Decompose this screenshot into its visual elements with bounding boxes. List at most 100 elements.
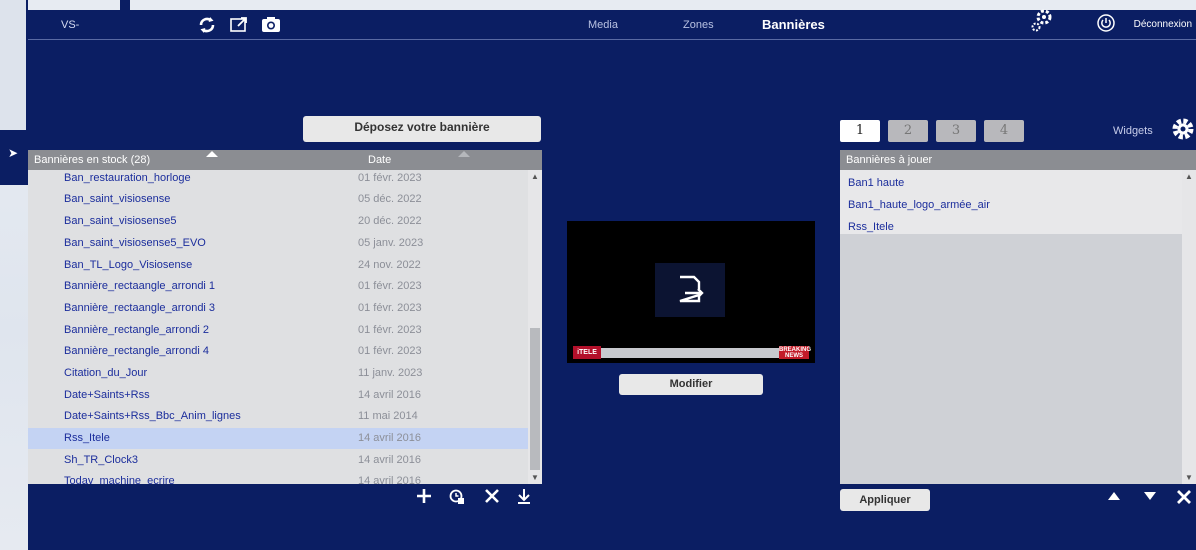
download-icon[interactable] bbox=[516, 488, 532, 509]
tab-2[interactable]: 2 bbox=[888, 120, 928, 142]
banner-preview: iTELE BREAKING NEWS bbox=[567, 221, 815, 363]
row-name: Ban_restauration_horloge bbox=[64, 172, 191, 184]
row-name: Ban_saint_visiosense5 bbox=[64, 215, 177, 227]
apply-button[interactable]: Appliquer bbox=[840, 489, 930, 511]
top-bar: VS- Media Zones Bannières Déconnexion bbox=[28, 8, 1196, 40]
plus-icon[interactable] bbox=[416, 488, 432, 509]
channel-tag: iTELE bbox=[573, 346, 601, 359]
scroll-down-icon[interactable]: ▼ bbox=[1185, 473, 1193, 482]
row-date: 01 févr. 2023 bbox=[358, 324, 422, 336]
table-row[interactable]: Citation_du_Jour 11 janv. 2023 bbox=[28, 363, 528, 384]
row-date: 14 avril 2016 bbox=[358, 389, 421, 401]
table-row[interactable]: Date+Saints+Rss_Bbc_Anim_lignes 11 mai 20… bbox=[28, 406, 528, 427]
modify-button[interactable]: Modifier bbox=[619, 374, 763, 395]
drop-banner-button[interactable]: Déposez votre bannière bbox=[303, 116, 541, 142]
stock-panel: Bannières en stock (28) Date Ban_restaur… bbox=[28, 150, 542, 484]
close-icon[interactable] bbox=[484, 488, 500, 509]
remove-icon[interactable] bbox=[1176, 489, 1192, 510]
row-name: Ban_saint_visiosense5_EVO bbox=[64, 237, 206, 249]
row-name: Ban_saint_visiosense bbox=[64, 193, 171, 205]
table-row[interactable]: Ban_saint_visiosense 05 déc. 2022 bbox=[28, 189, 528, 210]
playlist-header-label: Bannières à jouer bbox=[846, 154, 933, 166]
table-row[interactable]: Ban_saint_visiosense5_EVO 05 janv. 2023 bbox=[28, 233, 528, 254]
brand-label: VS- bbox=[61, 19, 80, 31]
row-date: 11 janv. 2023 bbox=[358, 367, 423, 379]
row-date: 01 févr. 2023 bbox=[358, 345, 422, 357]
table-row[interactable]: Bannière_rectaangle_arrondi 1 01 févr. 20… bbox=[28, 276, 528, 297]
row-name: Bannière_rectaangle_arrondi 3 bbox=[64, 302, 216, 314]
background-window-tab: ➤ bbox=[0, 130, 28, 185]
table-row[interactable]: Ban_TL_Logo_Visiosense 24 nov. 2022 bbox=[28, 255, 528, 276]
scroll-down-icon[interactable]: ▼ bbox=[531, 473, 539, 482]
row-date: 01 févr. 2023 bbox=[358, 302, 422, 314]
background-window-top bbox=[0, 0, 28, 130]
refresh-icon[interactable] bbox=[196, 14, 218, 36]
row-name: Bannière_rectangle_arrondi 4 bbox=[64, 345, 209, 357]
background-strip bbox=[28, 0, 1196, 10]
table-row[interactable]: Ban_saint_visiosense5 20 déc. 2022 bbox=[28, 211, 528, 232]
stock-header-name[interactable]: Bannières en stock (28) bbox=[34, 154, 150, 166]
stock-header: Bannières en stock (28) Date bbox=[28, 150, 542, 170]
table-row[interactable]: Bannière_rectangle_arrondi 2 01 févr. 202… bbox=[28, 320, 528, 341]
row-date: 05 janv. 2023 bbox=[358, 237, 424, 249]
scroll-thumb[interactable] bbox=[530, 328, 540, 470]
scroll-up-icon[interactable]: ▲ bbox=[1185, 172, 1193, 181]
table-row-selected[interactable]: Rss_Itele 14 avril 2016 bbox=[28, 428, 528, 449]
preview-placeholder bbox=[655, 263, 725, 317]
list-item[interactable]: Rss_Itele bbox=[848, 221, 894, 233]
sort-date-icon[interactable] bbox=[458, 151, 470, 157]
nav-media[interactable]: Media bbox=[588, 19, 618, 31]
list-item[interactable]: Ban1 haute bbox=[848, 177, 904, 189]
row-name: Date+Saints+Rss_Bbc_Anim_lignes bbox=[64, 410, 241, 422]
move-up-icon[interactable] bbox=[1107, 489, 1121, 508]
row-name: Bannière_rectangle_arrondi 2 bbox=[64, 324, 209, 336]
table-row[interactable]: Date+Saints+Rss 14 avril 2016 bbox=[28, 385, 528, 406]
widgets-gear-icon[interactable] bbox=[1170, 116, 1196, 147]
export-file-icon bbox=[679, 275, 704, 303]
row-date: 14 avril 2016 bbox=[358, 454, 421, 466]
background-window: ➤ bbox=[0, 0, 28, 550]
row-date: 01 févr. 2023 bbox=[358, 172, 422, 184]
nav-bannieres[interactable]: Bannières bbox=[762, 17, 825, 32]
playlist-panel: Bannières à jouer Ban1 haute Ban1_haute_… bbox=[840, 150, 1196, 484]
tab-1[interactable]: 1 bbox=[840, 120, 880, 142]
row-name: Ban_TL_Logo_Visiosense bbox=[64, 259, 193, 271]
row-name: Bannière_rectaangle_arrondi 1 bbox=[64, 280, 216, 292]
camera-icon[interactable] bbox=[260, 14, 282, 36]
row-name: Rss_Itele bbox=[64, 432, 110, 444]
row-date: 11 mai 2014 bbox=[358, 410, 418, 422]
external-screen-icon[interactable] bbox=[228, 14, 250, 36]
playlist-header: Bannières à jouer bbox=[840, 150, 1196, 170]
playlist-empty-area bbox=[840, 234, 1182, 484]
power-icon[interactable] bbox=[1096, 13, 1118, 35]
table-row[interactable]: Bannière_rectangle_arrondi 4 01 févr. 202… bbox=[28, 341, 528, 362]
widgets-label[interactable]: Widgets bbox=[1113, 125, 1153, 137]
logout-link[interactable]: Déconnexion bbox=[1134, 19, 1192, 30]
move-down-icon[interactable] bbox=[1143, 489, 1157, 508]
table-row[interactable]: Ban_restauration_horloge 01 févr. 2023 bbox=[28, 170, 528, 189]
tab-3[interactable]: 3 bbox=[936, 120, 976, 142]
table-row[interactable]: Sh_TR_Clock3 14 avril 2016 bbox=[28, 450, 528, 471]
scroll-up-icon[interactable]: ▲ bbox=[531, 172, 539, 181]
list-item[interactable]: Ban1_haute_logo_armée_air bbox=[848, 199, 990, 211]
stock-list: Ban_restauration_horloge 01 févr. 2023 Ba… bbox=[28, 170, 528, 484]
row-date: 20 déc. 2022 bbox=[358, 215, 422, 227]
table-row[interactable]: Today_machine_ecrire 14 avril 2016 bbox=[28, 471, 528, 484]
row-name: Today_machine_ecrire bbox=[64, 475, 175, 484]
stock-scrollbar[interactable]: ▲ ▼ bbox=[528, 170, 542, 484]
tab-4[interactable]: 4 bbox=[984, 120, 1024, 142]
row-date: 01 févr. 2023 bbox=[358, 280, 422, 292]
playlist-items: Ban1 haute Ban1_haute_logo_armée_air Rss… bbox=[840, 170, 1182, 234]
arrow-right-icon: ➤ bbox=[8, 146, 19, 160]
row-date: 05 déc. 2022 bbox=[358, 193, 422, 205]
playlist-scrollbar[interactable]: ▲ ▼ bbox=[1182, 170, 1196, 484]
breaking-news-tag: BREAKING NEWS bbox=[779, 346, 812, 359]
stock-header-date[interactable]: Date bbox=[368, 154, 391, 166]
table-row[interactable]: Bannière_rectaangle_arrondi 3 01 févr. 20… bbox=[28, 298, 528, 319]
nav-zones[interactable]: Zones bbox=[683, 19, 714, 31]
settings-gears-icon[interactable] bbox=[1030, 8, 1052, 32]
row-date: 14 avril 2016 bbox=[358, 475, 421, 484]
row-name: Citation_du_Jour bbox=[64, 367, 148, 379]
sort-ascending-icon[interactable] bbox=[206, 151, 218, 157]
schedule-icon[interactable] bbox=[449, 489, 465, 510]
